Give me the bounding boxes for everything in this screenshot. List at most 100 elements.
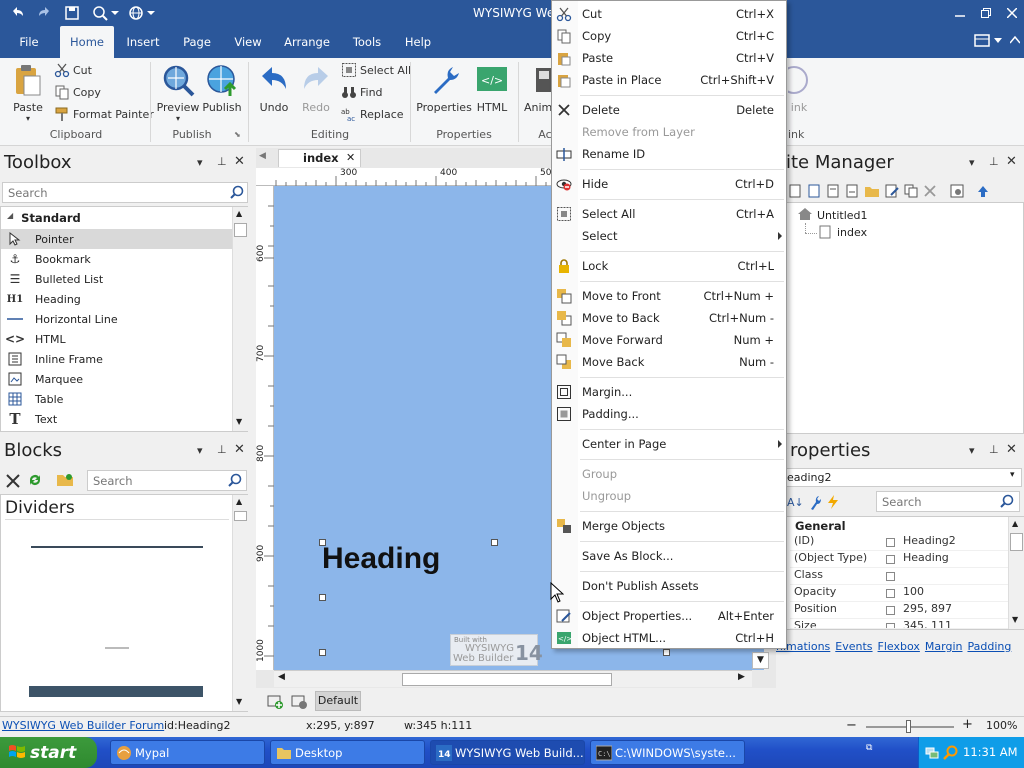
property-row-id[interactable]: (ID) Heading2: [790, 534, 1008, 551]
minimize-icon[interactable]: [946, 0, 974, 26]
chevron-down-icon[interactable]: [994, 38, 1002, 44]
publish-button[interactable]: Publish: [202, 62, 242, 114]
scroll-down-icon[interactable]: ▼: [236, 697, 242, 706]
menu-item-object-properties[interactable]: Object Properties... Alt+Enter: [552, 605, 786, 627]
menu-item-rename-id[interactable]: Rename ID: [552, 143, 786, 165]
chevron-down-icon[interactable]: [110, 3, 120, 23]
lightning-icon[interactable]: [826, 494, 840, 510]
copy-button[interactable]: Copy: [54, 84, 101, 100]
menu-item-padding[interactable]: Padding...: [552, 403, 786, 425]
search-icon[interactable]: [1000, 494, 1014, 508]
scroll-down-icon[interactable]: ▼: [752, 652, 769, 669]
property-value[interactable]: 100: [903, 585, 924, 598]
pin-icon[interactable]: ⊥: [217, 155, 227, 168]
restore-icon[interactable]: [972, 0, 1000, 26]
object-selector-dropdown[interactable]: eading2 ▾: [776, 468, 1022, 487]
sort-icon[interactable]: A↓: [786, 494, 804, 510]
paste-button[interactable]: Paste ▾: [8, 62, 48, 123]
dialog-launcher-icon[interactable]: ⬊: [234, 130, 241, 139]
canvas-horizontal-scrollbar[interactable]: ◀ ▶: [274, 670, 752, 687]
property-toggle[interactable]: [886, 555, 895, 564]
link-button[interactable]: ink: [788, 62, 810, 114]
toolbox-scrollbar[interactable]: ▲ ▼: [232, 207, 248, 431]
menu-item-select-all[interactable]: Select All Ctrl+A: [552, 203, 786, 225]
resize-handle[interactable]: [319, 539, 326, 546]
scroll-thumb[interactable]: [234, 223, 247, 237]
taskbar-item-mypal[interactable]: Mypal: [110, 740, 265, 765]
property-row-object-type[interactable]: (Object Type) Heading: [790, 551, 1008, 568]
zoom-slider-thumb[interactable]: [906, 720, 911, 733]
tab-help[interactable]: Help: [400, 26, 436, 58]
property-row-size[interactable]: Size 345, 111: [790, 619, 1008, 629]
toolbox-category-standard[interactable]: ◢ Standard: [7, 211, 81, 225]
close-icon[interactable]: ✕: [1006, 442, 1017, 457]
padding-link[interactable]: Padding: [967, 640, 1011, 653]
scroll-thumb[interactable]: [402, 673, 612, 686]
tab-page[interactable]: Page: [176, 26, 218, 58]
settings-icon[interactable]: [950, 184, 964, 198]
menu-item-copy[interactable]: Copy Ctrl+C: [552, 25, 786, 47]
properties-button[interactable]: Properties: [416, 62, 472, 114]
layer-settings-icon[interactable]: [290, 692, 308, 710]
property-toggle[interactable]: [886, 623, 895, 628]
property-toggle[interactable]: [886, 589, 895, 598]
redo-icon[interactable]: [34, 3, 54, 23]
globe-icon[interactable]: [126, 3, 146, 23]
forum-link[interactable]: WYSIWYG Web Builder Forum: [2, 719, 164, 732]
divider-preview-text[interactable]: [105, 647, 129, 649]
clock[interactable]: 11:31 AM: [963, 745, 1018, 759]
edit-icon[interactable]: [885, 184, 899, 198]
taskbar-item-cmd[interactable]: C:\ C:\WINDOWS\syste...: [590, 740, 745, 765]
document-tab-index[interactable]: index ✕: [278, 149, 361, 167]
menu-item-select[interactable]: Select: [552, 225, 786, 247]
toolbox-item-bookmark[interactable]: ⚓ Bookmark: [1, 249, 233, 269]
property-toggle[interactable]: [886, 538, 895, 547]
folder-icon[interactable]: [864, 184, 880, 198]
replace-button[interactable]: ab ac Replace: [341, 106, 404, 123]
toolbox-item-pointer[interactable]: Pointer: [1, 229, 233, 249]
toolbox-item-inline-frame[interactable]: Inline Frame: [1, 349, 233, 369]
menu-item-move-back[interactable]: Move Back Num -: [552, 351, 786, 373]
scroll-thumb[interactable]: [1010, 533, 1023, 551]
menu-item-object-html[interactable]: </> Object HTML... Ctrl+H: [552, 627, 786, 649]
preview-button[interactable]: Preview ▾: [156, 62, 200, 123]
close-icon[interactable]: ✕: [234, 154, 245, 169]
html-button[interactable]: </> HTML: [474, 62, 510, 114]
preview-icon[interactable]: [90, 3, 110, 23]
divider-preview-bar[interactable]: [29, 686, 203, 697]
margin-link[interactable]: Margin: [925, 640, 963, 653]
show-desktop-icon[interactable]: ⧉: [866, 743, 872, 753]
resize-handle[interactable]: [663, 649, 670, 656]
toolbox-item-html[interactable]: <> HTML: [1, 329, 233, 349]
taskbar-item-wysiwyg[interactable]: 14 WYSIWYG Web Build...: [430, 740, 585, 765]
resize-handle[interactable]: [319, 594, 326, 601]
toolbox-item-heading[interactable]: H1 Heading: [1, 289, 233, 309]
pin-icon[interactable]: ⊥: [989, 443, 999, 456]
property-value[interactable]: 345, 111: [903, 619, 952, 628]
format-painter-button[interactable]: Format Painter: [54, 106, 154, 122]
page-icon[interactable]: [807, 184, 821, 198]
refresh-icon[interactable]: [27, 472, 43, 488]
menu-item-lock[interactable]: Lock Ctrl+L: [552, 255, 786, 277]
undo-icon[interactable]: [8, 3, 28, 23]
page-list-icon[interactable]: [845, 184, 859, 198]
tree-page-label[interactable]: index: [837, 226, 867, 239]
select-all-button[interactable]: Select All: [341, 62, 411, 78]
start-button[interactable]: start: [0, 737, 97, 768]
close-icon[interactable]: [998, 0, 1024, 26]
property-value[interactable]: 295, 897: [903, 602, 952, 615]
tab-view[interactable]: View: [228, 26, 268, 58]
search-tray-icon[interactable]: [943, 744, 959, 760]
chevron-down-icon[interactable]: [146, 3, 156, 23]
menu-item-save-as-block[interactable]: Save As Block...: [552, 545, 786, 567]
scroll-left-icon[interactable]: ◀: [278, 672, 285, 682]
cut-button[interactable]: Cut: [54, 62, 92, 78]
dropdown-icon[interactable]: ▾: [197, 444, 203, 457]
layer-tab-default[interactable]: Default: [315, 691, 361, 711]
tab-arrange[interactable]: Arrange: [280, 26, 334, 58]
chevron-up-icon[interactable]: [1010, 36, 1020, 44]
properties-search-input[interactable]: Search: [876, 491, 1020, 512]
property-section-general[interactable]: General: [795, 519, 846, 533]
property-value[interactable]: Heading2: [903, 534, 956, 547]
taskbar-item-desktop[interactable]: Desktop: [270, 740, 425, 765]
